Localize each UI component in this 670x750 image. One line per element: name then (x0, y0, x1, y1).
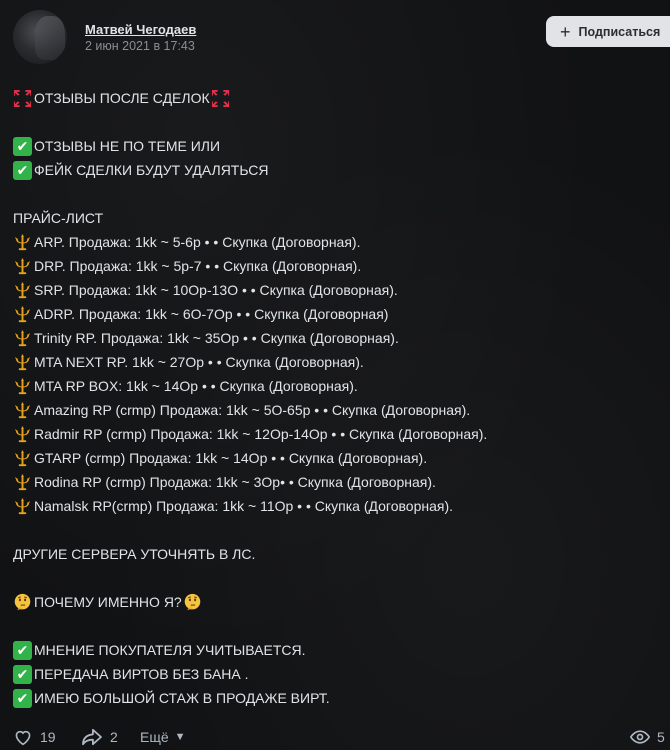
share-count: 2 (110, 729, 118, 745)
eye-icon (630, 730, 650, 744)
anger-symbol-icon (211, 89, 230, 108)
post-line: MTA NEXT RP. 1kk ~ 27Ор • • Скупка (Дого… (13, 350, 670, 374)
post-line: Rodina RP (crmp) Продажа: 1kk ~ 3Ор• • С… (13, 470, 670, 494)
post-line: ✔ МНЕНИЕ ПОКУПАТЕЛЯ УЧИТЫВАЕТСЯ. (13, 638, 670, 662)
share-icon (82, 728, 102, 746)
post-line: ПРАЙС-ЛИСТ (13, 206, 670, 230)
post-line-text: Amazing RP (crmp) Продажа: 1kk ~ 5О-65р … (34, 402, 471, 418)
post-line: ✔ ОТЗЫВЫ НЕ ПО ТЕМЕ ИЛИ (13, 134, 670, 158)
trident-icon (13, 497, 32, 516)
post-line: ПОЧЕМУ ИМЕННО Я? (13, 590, 670, 614)
heart-icon (15, 730, 31, 746)
plus-icon: + (560, 21, 571, 42)
thinking-face-icon (13, 593, 32, 612)
trident-icon (13, 473, 32, 492)
post-header: Матвей Чегодаев 2 июн 2021 в 17:43 + Под… (13, 10, 670, 64)
anger-symbol-icon (13, 89, 32, 108)
post-line-text: ФЕЙК СДЕЛКИ БУДУТ УДАЛЯТЬСЯ (34, 162, 269, 178)
check-mark-icon: ✔ (13, 160, 32, 180)
post-line: Amazing RP (crmp) Продажа: 1kk ~ 5О-65р … (13, 398, 670, 422)
post-line: Trinity RP. Продажа: 1kk ~ 35Ор • • Скуп… (13, 326, 670, 350)
post-line-text: Namalsk RP(crmp) Продажа: 1kk ~ 11Ор • •… (34, 498, 454, 514)
trident-icon (13, 305, 32, 324)
post-date[interactable]: 2 июн 2021 в 17:43 (85, 39, 195, 53)
post-line-text: ПОЧЕМУ ИМЕННО Я? (34, 594, 182, 610)
views-counter: 5 (630, 725, 665, 749)
post-line-text: ПЕРЕДАЧА ВИРТОВ БЕЗ БАНА . (34, 666, 249, 682)
post-line-text: Trinity RP. Продажа: 1kk ~ 35Ор • • Скуп… (34, 330, 399, 346)
like-count: 19 (40, 729, 56, 745)
post-line-text: GTARP (crmp) Продажа: 1kk ~ 14Ор • • Ску… (34, 450, 428, 466)
post-line-text: ОТЗЫВЫ НЕ ПО ТЕМЕ ИЛИ (34, 138, 221, 154)
trident-icon (13, 401, 32, 420)
trident-icon (13, 425, 32, 444)
post-line-text: МНЕНИЕ ПОКУПАТЕЛЯ УЧИТЫВАЕТСЯ. (34, 642, 306, 658)
trident-icon (13, 377, 32, 396)
post-line-text: MTA NEXT RP. 1kk ~ 27Ор • • Скупка (Дого… (34, 354, 364, 370)
post-line-text: DRP. Продажа: 1kk ~ 5р-7 • • Скупка (Дог… (34, 258, 362, 274)
post-line-text: Radmir RP (crmp) Продажа: 1kk ~ 12Ор-14О… (34, 426, 488, 442)
post-line: ARP. Продажа: 1kk ~ 5-6р • • Скупка (Дог… (13, 230, 670, 254)
trident-icon (13, 449, 32, 468)
more-button[interactable]: Ещё ▼ (140, 725, 186, 749)
avatar[interactable] (13, 10, 67, 64)
post-line-text: ДРУГИЕ СЕРВЕРА УТОЧНЯТЬ В ЛС. (13, 546, 256, 562)
post-line-text: ADRP. Продажа: 1kk ~ 6О-7Ор • • Скупка (… (34, 306, 389, 322)
share-button[interactable]: 2 (81, 725, 118, 749)
author-name[interactable]: Матвей Чегодаев (85, 22, 196, 37)
check-mark-icon: ✔ (13, 664, 32, 684)
check-mark-icon: ✔ (13, 640, 32, 660)
post-line-text: SRP. Продажа: 1kk ~ 10Ор-13О • • Скупка … (34, 282, 398, 298)
post-line: DRP. Продажа: 1kk ~ 5р-7 • • Скупка (Дог… (13, 254, 670, 278)
views-count: 5 (657, 729, 665, 745)
post-line-text: ARP. Продажа: 1kk ~ 5-6р • • Скупка (Дог… (34, 234, 361, 250)
post-line: ✔ ФЕЙК СДЕЛКИ БУДУТ УДАЛЯТЬСЯ (13, 158, 670, 182)
chevron-down-icon: ▼ (174, 731, 186, 743)
post-line: MTA RP BOX: 1kk ~ 14Ор • • Скупка (Догов… (13, 374, 670, 398)
wall-post: Матвей Чегодаев 2 июн 2021 в 17:43 + Под… (0, 0, 670, 750)
post-line-text: ОТЗЫВЫ ПОСЛЕ СДЕЛОК (34, 90, 210, 106)
post-line: SRP. Продажа: 1kk ~ 10Ор-13О • • Скупка … (13, 278, 670, 302)
post-line: ✔ ИМЕЮ БОЛЬШОЙ СТАЖ В ПРОДАЖЕ ВИРТ. (13, 686, 670, 710)
subscribe-label: Подписаться (578, 24, 661, 39)
post-line: Namalsk RP(crmp) Продажа: 1kk ~ 11Ор • •… (13, 494, 670, 518)
post-footer: 19 2 Ещё ▼ 5 (13, 725, 670, 749)
post-line-text: Rodina RP (crmp) Продажа: 1kk ~ 3Ор• • С… (34, 474, 436, 490)
post-line-text: MTA RP BOX: 1kk ~ 14Ор • • Скупка (Догов… (34, 378, 358, 394)
trident-icon (13, 281, 32, 300)
subscribe-button[interactable]: + Подписаться (546, 16, 670, 47)
post-line-text: ПРАЙС-ЛИСТ (13, 210, 104, 226)
trident-icon (13, 257, 32, 276)
post-line: ✔ ПЕРЕДАЧА ВИРТОВ БЕЗ БАНА . (13, 662, 670, 686)
trident-icon (13, 353, 32, 372)
post-line: ДРУГИЕ СЕРВЕРА УТОЧНЯТЬ В ЛС. (13, 542, 670, 566)
like-button[interactable]: 19 (13, 725, 56, 749)
trident-icon (13, 329, 32, 348)
more-label: Ещё (140, 729, 169, 745)
trident-icon (13, 233, 32, 252)
post-line: GTARP (crmp) Продажа: 1kk ~ 14Ор • • Ску… (13, 446, 670, 470)
post-line-text: ИМЕЮ БОЛЬШОЙ СТАЖ В ПРОДАЖЕ ВИРТ. (34, 690, 330, 706)
post-text: ОТЗЫВЫ ПОСЛЕ СДЕЛОК ✔ ОТЗЫВЫ НЕ ПО ТЕМЕ ИЛ… (13, 86, 670, 710)
check-mark-icon: ✔ (13, 136, 32, 156)
post-line: Radmir RP (crmp) Продажа: 1kk ~ 12Ор-14О… (13, 422, 670, 446)
check-mark-icon: ✔ (13, 688, 32, 708)
post-line: ADRP. Продажа: 1kk ~ 6О-7Ор • • Скупка (… (13, 302, 670, 326)
thinking-face-icon (183, 593, 202, 612)
post-line: ОТЗЫВЫ ПОСЛЕ СДЕЛОК (13, 86, 670, 110)
